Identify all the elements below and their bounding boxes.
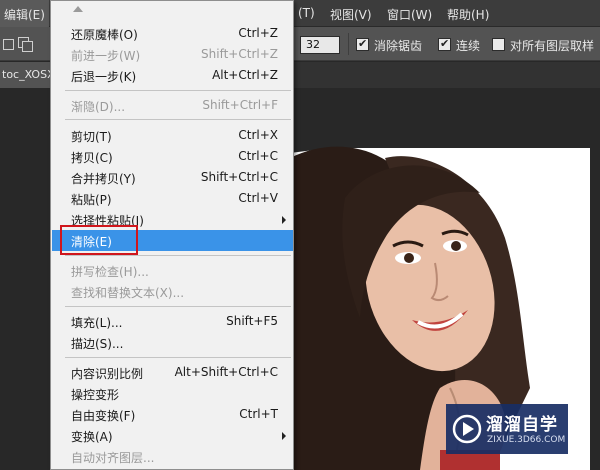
menu-item-label: 描边(S)...	[71, 337, 124, 351]
menu-item-copy-merged[interactable]: 合并拷贝(Y) Shift+Ctrl+C	[52, 167, 293, 188]
sample-all-layers-label: 对所有图层取样	[510, 39, 595, 53]
add-selection-icon-overlay	[22, 41, 33, 52]
menu-item-cut[interactable]: 剪切(T) Ctrl+X	[52, 125, 293, 146]
contiguous-checkbox[interactable]: ✔	[438, 37, 451, 51]
menu-item-copy[interactable]: 拷贝(C) Ctrl+C	[52, 146, 293, 167]
menu-item-transform[interactable]: 变换(A)	[52, 425, 293, 446]
separator	[348, 33, 349, 55]
menu-divider	[65, 119, 291, 120]
annotation-highlight-box	[60, 225, 138, 255]
menu-item-label: 拷贝(C)	[71, 151, 113, 165]
menu-divider	[65, 306, 291, 307]
menu-item-free-transform[interactable]: 自由变换(F) Ctrl+T	[52, 404, 293, 425]
menu-item-undo[interactable]: 还原魔棒(O) Ctrl+Z	[52, 23, 293, 44]
watermark-subtitle: ZIXUE.3D66.COM	[487, 435, 566, 445]
new-selection-icon[interactable]	[3, 39, 14, 50]
antialias-checkbox[interactable]: ✔	[356, 37, 369, 51]
menu-divider	[65, 90, 291, 91]
check-icon: ✔	[440, 37, 450, 50]
menu-item-shortcut: Shift+Ctrl+C	[200, 170, 278, 184]
menu-image[interactable]: (T)	[298, 6, 315, 20]
menu-item-shortcut: Alt+Shift+Ctrl+C	[174, 365, 278, 379]
menu-item-label: 还原魔棒(O)	[71, 28, 138, 42]
menu-item-label: 内容识别比例	[71, 367, 144, 381]
tolerance-input[interactable]: 32	[300, 36, 340, 54]
menu-item-label: 变换(A)	[71, 430, 113, 444]
document-tab[interactable]: toc_XOSX	[0, 62, 52, 88]
menu-item-label: 填充(L)...	[71, 316, 123, 330]
menu-item-spell-check[interactable]: 拼写检查(H)...	[52, 260, 293, 281]
menu-item-label: 操控变形	[71, 388, 120, 402]
menu-divider	[65, 255, 291, 256]
menu-item-label: 剪切(T)	[71, 130, 112, 144]
menu-item-label: 后退一步(K)	[71, 70, 137, 84]
submenu-arrow-icon	[282, 216, 286, 224]
menu-window[interactable]: 窗口(W)	[387, 6, 432, 23]
menu-edit[interactable]: 编辑(E)	[0, 0, 49, 27]
menu-item-fill[interactable]: 填充(L)... Shift+F5	[52, 311, 293, 332]
menu-item-shortcut: Shift+Ctrl+F	[202, 98, 278, 112]
check-icon: ✔	[358, 37, 368, 50]
menu-help[interactable]: 帮助(H)	[447, 6, 489, 23]
menu-item-label: 合并拷贝(Y)	[71, 172, 136, 186]
submenu-arrow-icon	[282, 432, 286, 440]
sample-all-layers-checkbox[interactable]	[492, 38, 505, 51]
watermark-title: 溜溜自学	[486, 415, 558, 435]
menu-item-label: 查找和替换文本(X)...	[71, 286, 185, 300]
menu-item-shortcut: Ctrl+T	[239, 407, 278, 421]
scroll-up-icon[interactable]	[73, 6, 83, 12]
menu-item-label: 自动对齐图层...	[71, 451, 155, 465]
menu-item-shortcut: Shift+Ctrl+Z	[201, 47, 278, 61]
menu-item-auto-align-layers[interactable]: 自动对齐图层...	[52, 446, 293, 467]
menu-item-shortcut: Alt+Ctrl+Z	[212, 68, 278, 82]
menu-item-label: 自由变换(F)	[71, 409, 136, 423]
menu-item-label: 渐隐(D)...	[71, 100, 126, 114]
menu-item-puppet-warp[interactable]: 操控变形	[52, 383, 293, 404]
play-logo-icon	[452, 414, 482, 444]
menu-item-fade[interactable]: 渐隐(D)... Shift+Ctrl+F	[52, 95, 293, 116]
menu-item-find-replace[interactable]: 查找和替换文本(X)...	[52, 281, 293, 302]
menu-item-shortcut: Ctrl+X	[238, 128, 278, 142]
antialias-label: 消除锯齿	[374, 39, 423, 53]
menu-item-shortcut: Ctrl+V	[238, 191, 278, 205]
menu-view[interactable]: 视图(V)	[330, 6, 372, 23]
menu-divider	[65, 357, 291, 358]
contiguous-label: 连续	[456, 39, 481, 53]
menu-item-step-backward[interactable]: 后退一步(K) Alt+Ctrl+Z	[52, 65, 293, 86]
menu-item-shortcut: Shift+F5	[226, 314, 278, 328]
menu-item-shortcut: Ctrl+C	[238, 149, 278, 163]
menu-item-label: 拼写检查(H)...	[71, 265, 149, 279]
menu-item-stroke[interactable]: 描边(S)...	[52, 332, 293, 353]
menu-item-step-forward[interactable]: 前进一步(W) Shift+Ctrl+Z	[52, 44, 293, 65]
menu-item-label: 粘贴(P)	[71, 193, 112, 207]
menu-item-shortcut: Ctrl+Z	[238, 26, 278, 40]
menu-item-label: 前进一步(W)	[71, 49, 141, 63]
watermark: 溜溜自学 ZIXUE.3D66.COM	[446, 404, 568, 454]
menu-item-content-aware-scale[interactable]: 内容识别比例 Alt+Shift+Ctrl+C	[52, 362, 293, 383]
menu-item-paste[interactable]: 粘贴(P) Ctrl+V	[52, 188, 293, 209]
